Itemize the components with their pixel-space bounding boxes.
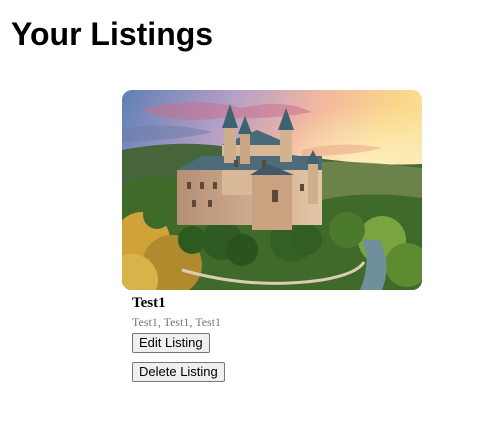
listing-details: Test1 Test1, Test1, Test1 Edit Listing D… <box>122 294 422 382</box>
listing-title: Test1 <box>132 295 166 311</box>
delete-listing-button[interactable]: Delete Listing <box>132 362 225 382</box>
listing-image <box>122 90 422 290</box>
page-title: Your Listings <box>11 16 214 52</box>
edit-listing-button[interactable]: Edit Listing <box>132 333 210 353</box>
listing-meta: Test1, Test1, Test1 <box>132 315 222 329</box>
listing-card: Test1 Test1, Test1, Test1 Edit Listing D… <box>122 90 422 382</box>
